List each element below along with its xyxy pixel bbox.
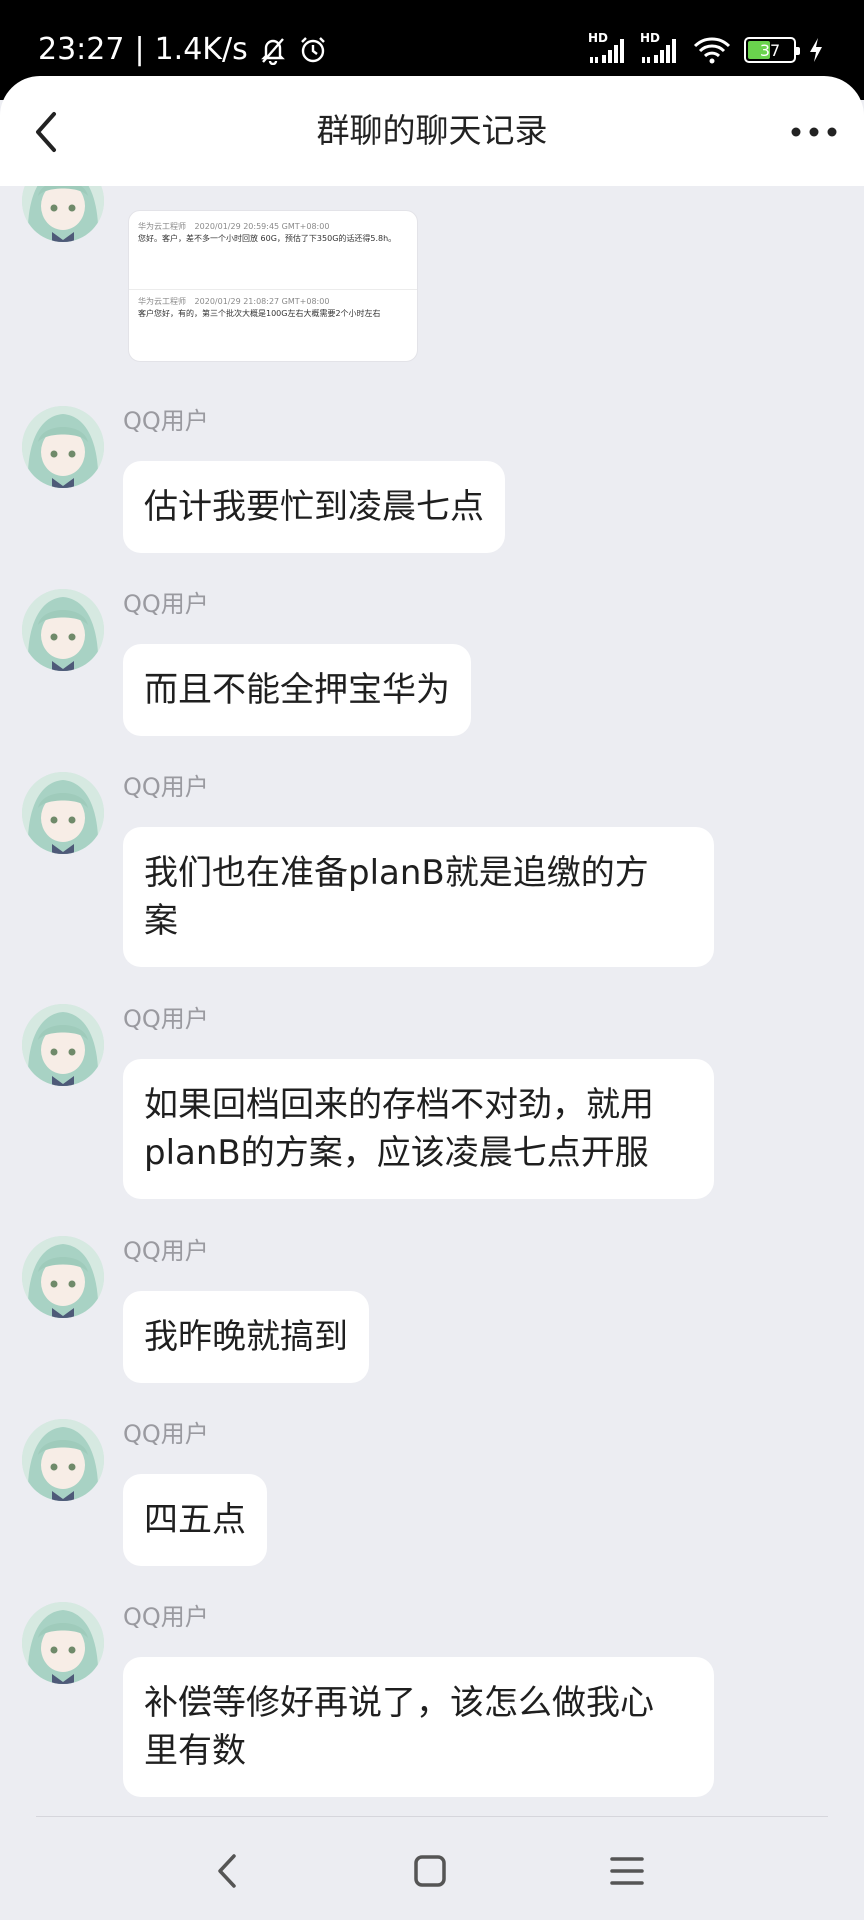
avatar-image bbox=[22, 1602, 104, 1684]
message-line: 四五点 bbox=[144, 1500, 246, 1540]
message-bubble[interactable]: 而且不能全押宝华为 bbox=[123, 644, 471, 736]
nav-back-button[interactable] bbox=[204, 1846, 254, 1896]
status-left: 23:27 | 1.4K/s bbox=[38, 30, 328, 70]
signal-icon bbox=[590, 39, 624, 63]
message-bubble[interactable]: 估计我要忙到凌晨七点 bbox=[123, 461, 505, 553]
avatar-image bbox=[22, 1004, 104, 1086]
alarm-icon bbox=[300, 37, 325, 63]
message-line: 里有数 bbox=[144, 1731, 246, 1771]
image-entry-text: 您好。客户，差不多一个小时回放 60G，预估了下350G的话还得5.8h。 bbox=[138, 234, 397, 243]
sender-name: QQ用户 bbox=[123, 1005, 209, 1033]
battery-indicator: 37 bbox=[744, 37, 800, 63]
image-entry-header: 华为云工程师 2020/01/29 20:59:45 GMT+08:00 bbox=[129, 221, 417, 233]
signal-1: HD bbox=[588, 31, 628, 65]
nav-menu-button[interactable] bbox=[602, 1846, 652, 1896]
avatar-image bbox=[22, 1419, 104, 1501]
sender-name: QQ用户 bbox=[123, 1420, 209, 1448]
message-bubble[interactable]: 我昨晚就搞到 bbox=[123, 1291, 369, 1383]
sender-name: QQ用户 bbox=[123, 1603, 209, 1631]
avatar[interactable] bbox=[22, 589, 104, 671]
avatar[interactable] bbox=[22, 186, 104, 242]
avatar-image bbox=[22, 1236, 104, 1318]
signal-icon bbox=[642, 39, 676, 63]
avatar[interactable] bbox=[22, 1419, 104, 1501]
battery-tip bbox=[796, 47, 800, 55]
charging-icon bbox=[810, 38, 822, 62]
signal-2: HD bbox=[640, 31, 680, 65]
message-line: 而且不能全押宝华为 bbox=[144, 670, 450, 710]
system-nav-bar bbox=[0, 1816, 864, 1920]
sender-name: QQ用户 bbox=[123, 590, 209, 618]
avatar[interactable] bbox=[22, 406, 104, 488]
image-entry-text: 客户您好，有的，第三个批次大概是100G左右大概需要2个小时左右 bbox=[138, 309, 381, 318]
image-message[interactable]: 华为云工程师 2020/01/29 20:59:45 GMT+08:00 您好。… bbox=[128, 210, 418, 362]
message-line: planB的方案，应该凌晨七点开服 bbox=[144, 1133, 649, 1173]
avatar[interactable] bbox=[22, 1602, 104, 1684]
message-bubble[interactable]: 我们也在准备planB就是追缴的方 案 bbox=[123, 827, 714, 967]
chat-history-header: 群聊的聊天记录 bbox=[0, 76, 864, 186]
status-right: HD HD 37 bbox=[588, 30, 824, 70]
image-entry-sender: 华为云工程师 bbox=[138, 297, 186, 306]
battery-level: 37 bbox=[759, 40, 781, 60]
avatar-image bbox=[22, 186, 104, 242]
nav-back-icon bbox=[218, 1854, 236, 1888]
nav-menu-icon bbox=[610, 1857, 644, 1885]
message-line: 我昨晚就搞到 bbox=[144, 1317, 348, 1357]
avatar-image bbox=[22, 406, 104, 488]
page-title: 群聊的聊天记录 bbox=[316, 111, 548, 150]
message-bubble[interactable]: 补偿等修好再说了，该怎么做我心 里有数 bbox=[123, 1657, 714, 1797]
avatar[interactable] bbox=[22, 1236, 104, 1318]
status-net-speed: 1.4K/s bbox=[154, 32, 248, 67]
message-bubble[interactable]: 如果回档回来的存档不对劲，就用 planB的方案，应该凌晨七点开服 bbox=[123, 1059, 714, 1199]
nav-home-button[interactable] bbox=[405, 1846, 455, 1896]
sender-name: QQ用户 bbox=[123, 1237, 209, 1265]
message-bubble[interactable]: 四五点 bbox=[123, 1474, 267, 1566]
message-line: 估计我要忙到凌晨七点 bbox=[144, 487, 484, 527]
sender-name: QQ用户 bbox=[123, 407, 209, 435]
bell-off-icon bbox=[260, 38, 285, 65]
nav-home-icon bbox=[414, 1855, 446, 1887]
message-line: 补偿等修好再说了，该怎么做我心 bbox=[144, 1683, 654, 1723]
status-time: 23:27 bbox=[38, 32, 125, 67]
message-line: 案 bbox=[144, 901, 178, 941]
wifi-icon bbox=[693, 37, 731, 64]
image-entry-time: 2020/01/29 21:08:27 GMT+08:00 bbox=[194, 297, 330, 306]
image-entry-time: 2020/01/29 20:59:45 GMT+08:00 bbox=[194, 222, 330, 231]
avatar-image bbox=[22, 589, 104, 671]
more-button[interactable] bbox=[784, 104, 844, 160]
image-entry-header: 华为云工程师 2020/01/29 21:08:27 GMT+08:00 bbox=[129, 296, 417, 308]
sender-name: QQ用户 bbox=[123, 773, 209, 801]
message-line: 如果回档回来的存档不对劲，就用 bbox=[144, 1085, 654, 1125]
avatar[interactable] bbox=[22, 1004, 104, 1086]
chat-list[interactable]: 华为云工程师 2020/01/29 20:59:45 GMT+08:00 您好。… bbox=[0, 186, 864, 1816]
nav-divider bbox=[36, 1816, 828, 1817]
image-entry-sender: 华为云工程师 bbox=[138, 222, 186, 231]
status-separator: | bbox=[134, 32, 145, 67]
avatar[interactable] bbox=[22, 772, 104, 854]
more-dots-icon bbox=[791, 127, 837, 137]
avatar-image bbox=[22, 772, 104, 854]
message-line: 我们也在准备planB就是追缴的方 bbox=[144, 853, 649, 893]
